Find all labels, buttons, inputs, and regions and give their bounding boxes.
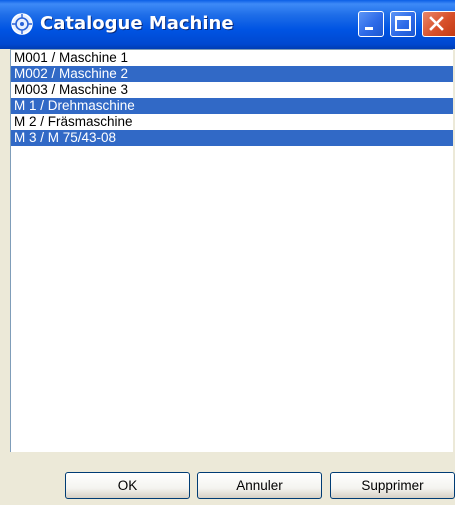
minimize-icon	[365, 27, 373, 30]
close-icon	[429, 16, 444, 31]
button-bar: OK Annuler Supprimer	[10, 452, 455, 505]
minimize-button[interactable]	[358, 11, 384, 37]
catalogue-window: Catalogue Machine M001 / Maschine 1 M002…	[0, 0, 455, 505]
maximize-icon	[395, 16, 411, 31]
close-button[interactable]	[422, 11, 455, 37]
machine-list[interactable]: M001 / Maschine 1 M002 / Maschine 2 M003…	[10, 49, 453, 452]
list-item[interactable]: M 3 / M 75/43-08	[11, 130, 453, 146]
cancel-button[interactable]: Annuler	[197, 472, 322, 499]
list-item[interactable]: M 2 / Fräsmaschine	[11, 114, 453, 130]
window-frame-left	[0, 49, 10, 505]
maximize-button[interactable]	[390, 11, 416, 37]
delete-button[interactable]: Supprimer	[330, 472, 455, 499]
list-item[interactable]: M002 / Maschine 2	[11, 66, 453, 82]
catalog-app-icon	[11, 13, 33, 35]
list-item[interactable]: M 1 / Drehmaschine	[11, 98, 453, 114]
window-title: Catalogue Machine	[40, 13, 234, 34]
list-item[interactable]: M003 / Maschine 3	[11, 82, 453, 98]
ok-button[interactable]: OK	[65, 472, 190, 499]
title-bar[interactable]: Catalogue Machine	[0, 0, 455, 49]
list-item[interactable]: M001 / Maschine 1	[11, 50, 453, 66]
